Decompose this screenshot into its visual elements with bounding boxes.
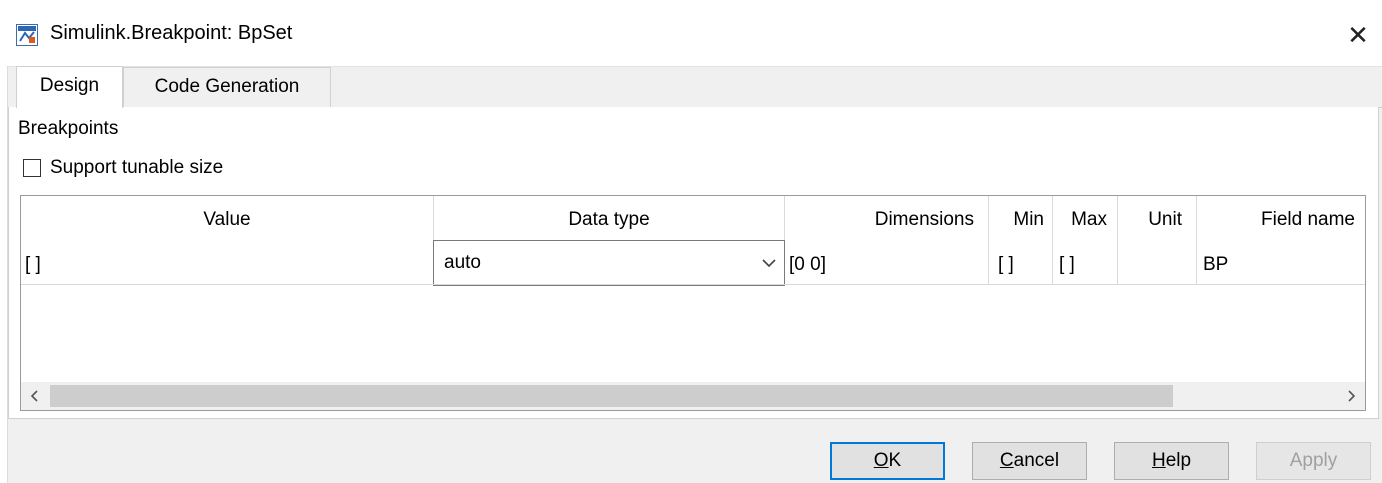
cell-divider bbox=[1196, 243, 1197, 285]
cancel-button[interactable]: Cancel bbox=[972, 442, 1087, 480]
scroll-right-icon[interactable] bbox=[1337, 382, 1365, 410]
close-icon[interactable]: ✕ bbox=[1340, 18, 1376, 52]
chevron-down-icon[interactable] bbox=[758, 250, 780, 274]
column-header-field-name[interactable]: Field name bbox=[1197, 196, 1365, 243]
data-type-select[interactable] bbox=[433, 240, 785, 286]
row-divider bbox=[21, 284, 1365, 285]
column-header-dimensions[interactable]: Dimensions bbox=[785, 196, 988, 243]
cell-min[interactable]: [ ] bbox=[998, 250, 1048, 280]
column-header-min[interactable]: Min bbox=[989, 196, 1052, 243]
support-tunable-size-checkbox[interactable] bbox=[23, 159, 41, 177]
ok-button[interactable]: OK bbox=[830, 442, 945, 480]
cell-dimensions[interactable]: [0 0] bbox=[789, 250, 979, 280]
column-header-data-type[interactable]: Data type bbox=[434, 196, 784, 243]
column-header-unit[interactable]: Unit bbox=[1118, 196, 1196, 243]
cell-max[interactable]: [ ] bbox=[1059, 250, 1109, 280]
help-mnemonic: H bbox=[1151, 450, 1166, 471]
cell-field-name[interactable]: BP bbox=[1203, 250, 1353, 280]
window-title: Simulink.Breakpoint: BpSet bbox=[50, 22, 293, 44]
section-title: Breakpoints bbox=[18, 118, 119, 139]
simulink-icon bbox=[16, 24, 38, 46]
ok-label: K bbox=[888, 450, 902, 471]
column-header-value[interactable]: Value bbox=[21, 196, 433, 243]
help-label: elp bbox=[1165, 450, 1192, 471]
cell-divider bbox=[1117, 243, 1118, 285]
cell-unit[interactable] bbox=[1124, 250, 1184, 280]
help-button[interactable]: Help bbox=[1114, 442, 1229, 480]
ok-mnemonic: O bbox=[873, 450, 889, 471]
apply-button[interactable]: Apply bbox=[1256, 442, 1371, 480]
checkbox-label[interactable]: Support tunable size bbox=[50, 157, 223, 179]
cell-divider bbox=[1052, 243, 1053, 285]
cancel-label: ancel bbox=[1013, 450, 1060, 471]
window-border bbox=[0, 66, 8, 483]
cancel-mnemonic: C bbox=[999, 450, 1014, 471]
scrollbar-thumb[interactable] bbox=[50, 385, 1173, 407]
data-type-selected-value[interactable]: auto bbox=[444, 252, 481, 274]
tab-code-generation[interactable]: Code Generation bbox=[123, 67, 331, 107]
cell-divider bbox=[988, 243, 989, 285]
scroll-left-icon[interactable] bbox=[21, 382, 49, 410]
cell-value[interactable]: [ ] bbox=[25, 250, 425, 280]
tab-design[interactable]: Design bbox=[16, 66, 123, 108]
column-header-max[interactable]: Max bbox=[1053, 196, 1117, 243]
